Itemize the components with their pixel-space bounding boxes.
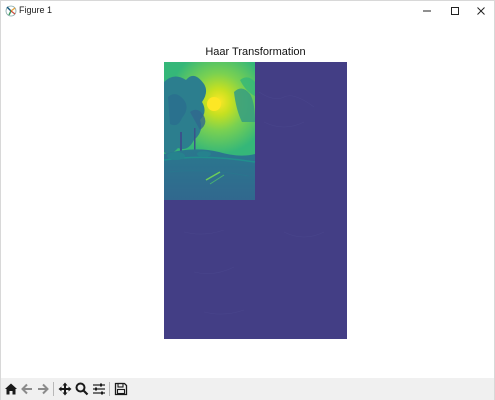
floppy-disk-icon (114, 382, 128, 396)
figure-canvas[interactable]: Haar Transformation (1, 20, 494, 378)
zoom-button[interactable] (74, 381, 90, 397)
back-button[interactable] (19, 381, 35, 397)
close-button[interactable] (467, 1, 495, 20)
minimize-icon (423, 10, 431, 11)
approximation-image (164, 62, 256, 200)
pan-button[interactable] (57, 381, 73, 397)
home-button[interactable] (3, 381, 19, 397)
window-title: Figure 1 (19, 5, 53, 15)
move-icon (58, 382, 72, 396)
close-icon (477, 6, 485, 15)
toolbar-separator (109, 382, 110, 396)
matplotlib-window: Figure 1 Haar Transformation (0, 0, 495, 400)
forward-button[interactable] (35, 381, 51, 397)
save-button[interactable] (113, 381, 129, 397)
sliders-icon (93, 383, 105, 395)
maximize-icon (451, 6, 459, 15)
magnifier-icon (75, 382, 89, 396)
toolbar-separator (53, 382, 54, 396)
matplotlib-logo-icon (5, 4, 17, 17)
arrow-left-icon (21, 383, 32, 395)
title-bar[interactable]: Figure 1 (1, 1, 494, 20)
arrow-right-icon (38, 383, 49, 395)
navigation-toolbar (1, 378, 494, 400)
configure-subplots-button[interactable] (91, 381, 107, 397)
plot-title: Haar Transformation (205, 46, 306, 58)
minimize-button[interactable] (413, 1, 441, 20)
haar-image-plot[interactable] (164, 62, 347, 339)
home-icon (5, 383, 17, 395)
maximize-button[interactable] (441, 1, 469, 20)
